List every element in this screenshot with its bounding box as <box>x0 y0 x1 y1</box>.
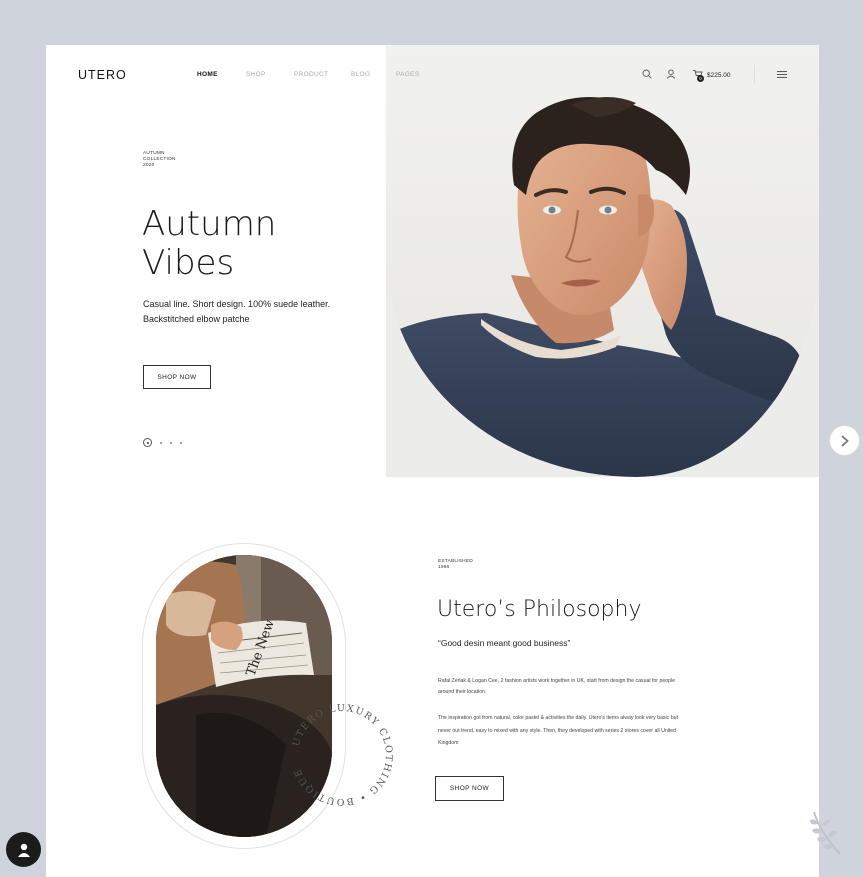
nav-item-shop[interactable]: SHOP <box>246 71 294 78</box>
philosophy-shop-now-button[interactable]: SHOP NOW <box>435 776 504 801</box>
philosophy-quote: “Good desin meant good business” <box>438 638 571 648</box>
established-label: ESTABLISHED 1966 <box>438 559 473 570</box>
nav-item-product[interactable]: PRODUCT <box>294 71 351 78</box>
next-arrow-button[interactable] <box>829 425 860 456</box>
hero-title: Autumn Vibes <box>142 204 277 283</box>
user-avatar-icon <box>17 843 30 857</box>
nav-item-home[interactable]: HOME <box>197 71 246 78</box>
svg-text:UTERO LUXURY CLOTHING • BOUTIQ: UTERO LUXURY CLOTHING • BOUTIQUE <box>291 703 394 807</box>
slider-dot[interactable] <box>180 441 182 444</box>
philosophy-paragraph-1: Rafal Zerlak & Logan Cee, 2 fashion arti… <box>438 678 676 695</box>
stamp-text: UTERO LUXURY CLOTHING • BOUTIQUE <box>291 703 393 807</box>
philosophy-title: Utero’s Philosophy <box>437 597 642 622</box>
slider-dots <box>143 438 182 447</box>
main-nav: HOME SHOP PRODUCT BLOG PAGES <box>197 71 419 78</box>
hero-image <box>386 45 819 477</box>
landing-page-card: UTERO HOME SHOP PRODUCT BLOG PAGES 0 $22… <box>46 45 819 877</box>
search-icon[interactable] <box>642 69 652 79</box>
slider-dot-active[interactable] <box>143 438 152 447</box>
user-icon[interactable] <box>666 69 676 79</box>
leaf-watermark-icon <box>810 811 841 855</box>
model-portrait-illustration <box>386 96 819 477</box>
header-divider <box>754 65 755 83</box>
nav-item-pages[interactable]: PAGES <box>396 71 419 78</box>
nav-item-blog[interactable]: BLOG <box>351 71 396 78</box>
chevron-right-icon <box>841 435 849 446</box>
brand-logo[interactable]: UTERO <box>78 68 127 82</box>
slider-dot[interactable] <box>170 441 172 444</box>
cart-count-badge: 0 <box>697 75 704 82</box>
avatar[interactable] <box>6 832 41 867</box>
collection-label: AUTUMN COLLECTION 2020 <box>143 151 176 168</box>
menu-icon[interactable] <box>777 71 787 78</box>
luxury-clothing-stamp: UTERO LUXURY CLOTHING • BOUTIQUE <box>291 703 394 807</box>
cart-total[interactable]: $225.00 <box>707 72 731 79</box>
philosophy-paragraph-2: The inspiration got from natural, color … <box>438 715 678 746</box>
hero-shop-now-button[interactable]: SHOP NOW <box>143 365 211 389</box>
hero-description: Casual line. Short design. 100% suede le… <box>143 299 331 324</box>
slider-dot[interactable] <box>160 441 162 444</box>
